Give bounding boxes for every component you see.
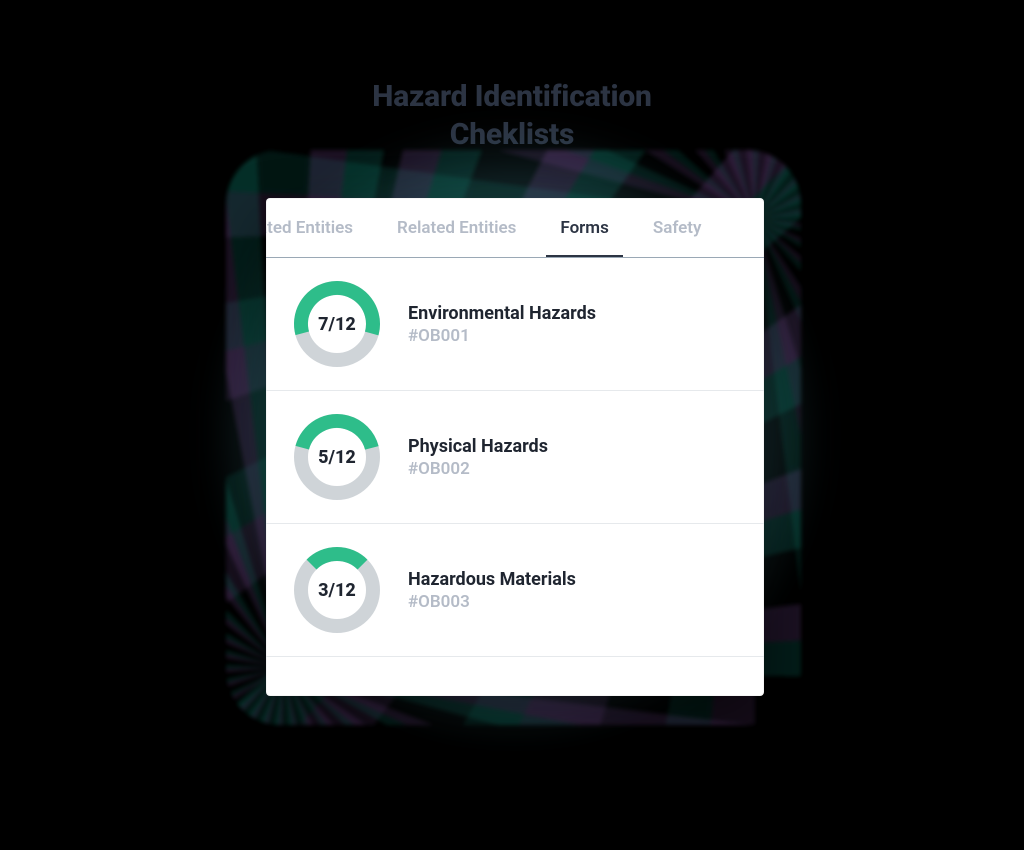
- list-item[interactable]: 7/12 Environmental Hazards #OB001: [266, 258, 764, 391]
- tab-forms[interactable]: Forms: [538, 198, 630, 258]
- list-item-text: Physical Hazards #OB002: [390, 436, 548, 479]
- tab-related-entities[interactable]: Related Entities: [375, 198, 538, 258]
- list-item-title: Physical Hazards: [408, 436, 548, 457]
- progress-label: 7/12: [291, 278, 383, 370]
- tab-entities-partial[interactable]: ated Entities: [266, 198, 375, 258]
- tabs: ated Entities Related Entities Forms Saf…: [266, 198, 764, 258]
- forms-card: ated Entities Related Entities Forms Saf…: [266, 198, 764, 696]
- list-item-text: Hazardous Materials #OB003: [390, 569, 576, 612]
- list-item[interactable]: 5/12 Physical Hazards #OB002: [266, 391, 764, 524]
- progress-label: 5/12: [291, 411, 383, 503]
- page-title-line1: Hazard Identification: [372, 79, 651, 114]
- forms-list: 7/12 Environmental Hazards #OB001 5/12: [266, 258, 764, 657]
- list-item-text: Environmental Hazards #OB001: [390, 303, 596, 346]
- progress-ring: 5/12: [284, 411, 390, 503]
- list-item[interactable]: 3/12 Hazardous Materials #OB003: [266, 524, 764, 657]
- list-item-code: #OB003: [408, 592, 576, 612]
- list-item-code: #OB002: [408, 459, 548, 479]
- list-item-code: #OB001: [408, 326, 596, 346]
- progress-ring: 3/12: [284, 544, 390, 636]
- progress-ring: 7/12: [284, 278, 390, 370]
- tab-safety-partial[interactable]: Safety: [631, 198, 724, 258]
- progress-label: 3/12: [291, 544, 383, 636]
- list-item-title: Environmental Hazards: [408, 303, 596, 324]
- list-item-title: Hazardous Materials: [408, 569, 576, 590]
